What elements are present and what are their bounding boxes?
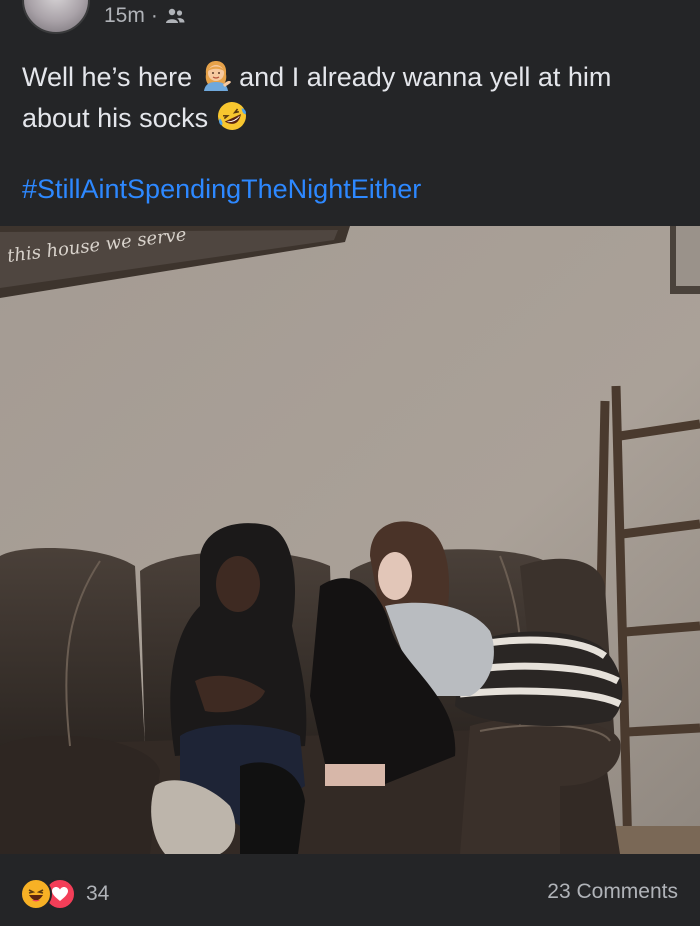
woman-tipping-hand-emoji-icon: [203, 61, 231, 91]
avatar[interactable]: [22, 0, 90, 34]
post-text: Well he’s here and I already wanna yell …: [22, 57, 672, 139]
post-meta: 15m ·: [104, 4, 186, 28]
comments-link[interactable]: 23 Comments: [547, 880, 678, 904]
meta-separator: ·: [150, 4, 158, 27]
photo-scene: this house we serve: [0, 226, 700, 854]
reactions-summary[interactable]: 34: [20, 878, 109, 910]
post-header: 15m ·: [0, 0, 700, 40]
hashtag-link[interactable]: #StillAintSpendingTheNightEither: [22, 174, 421, 205]
post-time[interactable]: 15m: [104, 4, 145, 28]
post-text-part1: Well he’s here: [22, 62, 193, 92]
reaction-count: 34: [86, 882, 110, 905]
friends-icon[interactable]: [164, 7, 186, 25]
rolling-on-floor-laughing-emoji-icon: [217, 102, 246, 130]
post-footer: 34 23 Comments: [0, 854, 700, 926]
post-photo[interactable]: this house we serve: [0, 226, 700, 854]
haha-reaction-icon: [20, 878, 52, 910]
